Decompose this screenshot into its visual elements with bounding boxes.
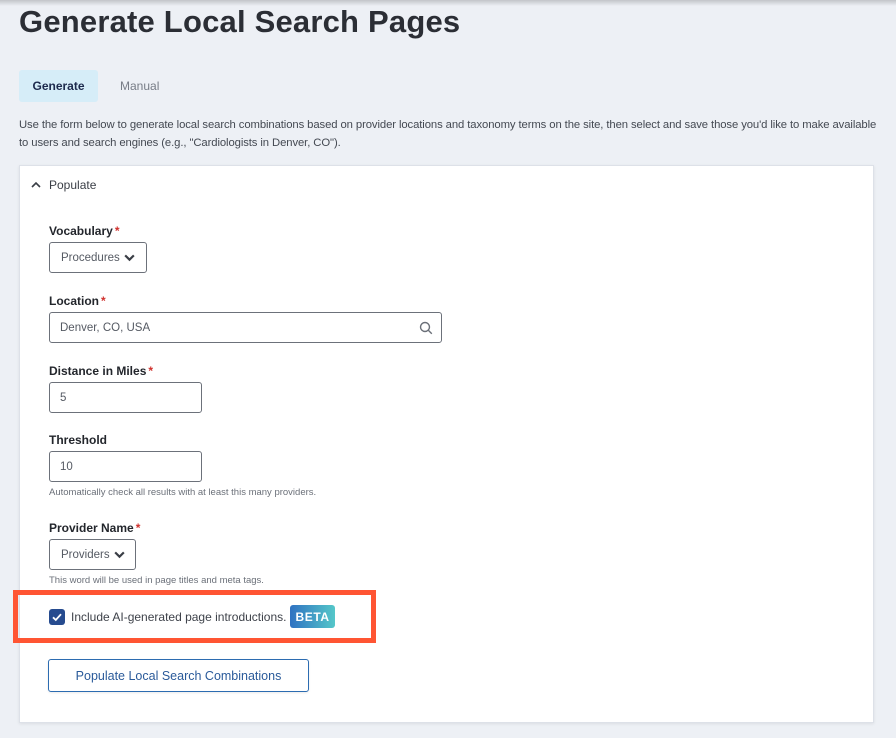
- distance-label: Distance in Miles *: [49, 364, 202, 378]
- provider-name-label: Provider Name *: [49, 521, 264, 535]
- distance-label-text: Distance in Miles: [49, 364, 147, 378]
- chevron-up-icon: [31, 181, 41, 188]
- vocabulary-label: Vocabulary *: [49, 224, 147, 238]
- tab-generate[interactable]: Generate: [19, 70, 98, 102]
- vocabulary-select[interactable]: Procedures: [49, 242, 147, 273]
- ai-intro-checkbox[interactable]: [49, 608, 65, 625]
- required-marker: *: [101, 294, 106, 308]
- vocabulary-label-text: Vocabulary: [49, 224, 113, 238]
- chevron-down-icon: [124, 254, 135, 262]
- checkmark-icon: [52, 613, 62, 621]
- vocabulary-field: Vocabulary * Procedures: [49, 224, 147, 273]
- location-label: Location *: [49, 294, 442, 308]
- threshold-label: Threshold: [49, 433, 108, 447]
- location-input[interactable]: [60, 321, 419, 334]
- search-icon[interactable]: [419, 321, 433, 335]
- threshold-field: Threshold Automatically check all result…: [49, 433, 316, 498]
- provider-name-label-text: Provider Name: [49, 521, 134, 535]
- required-marker: *: [114, 224, 120, 238]
- chevron-down-icon: [113, 551, 125, 559]
- provider-name-help: This word will be used in page titles an…: [49, 575, 264, 586]
- location-label-text: Location: [49, 294, 99, 308]
- required-marker: *: [135, 521, 141, 535]
- intro-text: Use the form below to generate local sea…: [19, 119, 877, 149]
- distance-input-wrap: [49, 382, 214, 413]
- threshold-input[interactable]: [60, 460, 214, 473]
- populate-combinations-button[interactable]: Populate Local Search Combinations: [48, 659, 309, 692]
- vocabulary-value: Procedures: [61, 251, 120, 264]
- required-marker: *: [148, 364, 154, 378]
- provider-name-field: Provider Name * Providers This word will …: [49, 521, 264, 586]
- page-title: Generate Local Search Pages: [19, 4, 461, 39]
- threshold-help: Automatically check all results with at …: [49, 487, 317, 498]
- tab-bar: Generate Manual: [19, 70, 173, 102]
- beta-badge: BETA: [290, 605, 335, 628]
- distance-input[interactable]: [60, 391, 214, 404]
- populate-panel: Populate Vocabulary * Procedures Location…: [13, 165, 874, 723]
- location-input-wrap: [49, 312, 442, 343]
- provider-name-select[interactable]: Providers: [49, 539, 136, 570]
- populate-toggle[interactable]: Populate: [30, 178, 96, 192]
- location-field: Location *: [49, 294, 442, 343]
- panel-title: Populate: [49, 178, 97, 192]
- distance-field: Distance in Miles *: [49, 364, 214, 413]
- tab-manual[interactable]: Manual: [106, 70, 173, 102]
- ai-intro-label: Include AI-generated page introductions.: [71, 609, 287, 624]
- threshold-input-wrap: [49, 451, 214, 482]
- ai-intro-option: Include AI-generated page introductions.…: [49, 605, 335, 628]
- provider-name-value: Providers: [61, 548, 110, 561]
